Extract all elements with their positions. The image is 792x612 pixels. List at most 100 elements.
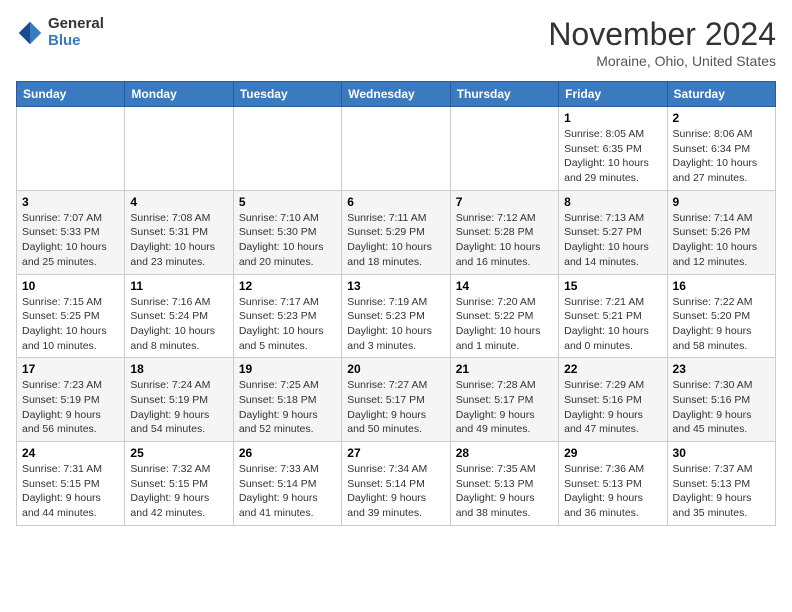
calendar-cell: 2 Sunrise: 8:06 AM Sunset: 6:34 PM Daylig… [667,107,775,191]
day-number: 27 [347,446,444,460]
day-info: Sunrise: 7:27 AM Sunset: 5:17 PM Dayligh… [347,378,444,437]
calendar-cell: 27 Sunrise: 7:34 AM Sunset: 5:14 PM Dayli… [342,442,450,526]
logo-blue-text: Blue [48,33,104,50]
day-number: 25 [130,446,227,460]
day-number: 11 [130,279,227,293]
day-info: Sunrise: 7:21 AM Sunset: 5:21 PM Dayligh… [564,295,661,354]
day-info: Sunrise: 7:24 AM Sunset: 5:19 PM Dayligh… [130,378,227,437]
day-number: 15 [564,279,661,293]
calendar-cell: 8 Sunrise: 7:13 AM Sunset: 5:27 PM Daylig… [559,190,667,274]
day-number: 29 [564,446,661,460]
calendar-cell: 6Sunrise: 7:11 AM Sunset: 5:29 PM Daylig… [342,190,450,274]
day-number: 13 [347,279,444,293]
day-number: 18 [130,362,227,376]
day-number: 1 [564,111,661,125]
day-info: Sunrise: 7:32 AM Sunset: 5:15 PM Dayligh… [130,462,227,521]
day-number: 2 [673,111,770,125]
day-info: Sunrise: 7:10 AM Sunset: 5:30 PM Dayligh… [239,211,336,270]
day-info: Sunrise: 7:34 AM Sunset: 5:14 PM Dayligh… [347,462,444,521]
day-info: Sunrise: 7:22 AM Sunset: 5:20 PM Dayligh… [673,295,770,354]
day-info: Sunrise: 7:28 AM Sunset: 5:17 PM Dayligh… [456,378,553,437]
day-header-sunday: Sunday [17,82,125,107]
calendar-cell: 17 Sunrise: 7:23 AM Sunset: 5:19 PM Dayli… [17,358,125,442]
day-info: Sunrise: 7:29 AM Sunset: 5:16 PM Dayligh… [564,378,661,437]
day-info: Sunrise: 7:31 AM Sunset: 5:15 PM Dayligh… [22,462,119,521]
day-info: Sunrise: 7:12 AM Sunset: 5:28 PM Dayligh… [456,211,553,270]
page-header: General Blue November 2024 Moraine, Ohio… [16,16,776,69]
day-number: 26 [239,446,336,460]
day-number: 20 [347,362,444,376]
title-block: November 2024 Moraine, Ohio, United Stat… [548,16,776,69]
calendar-cell [342,107,450,191]
calendar-cell [17,107,125,191]
month-title: November 2024 [548,16,776,53]
day-info: Sunrise: 8:06 AM Sunset: 6:34 PM Dayligh… [673,127,770,186]
calendar-cell: 22 Sunrise: 7:29 AM Sunset: 5:16 PM Dayli… [559,358,667,442]
logo-icon [16,19,44,47]
calendar-cell: 13 Sunrise: 7:19 AM Sunset: 5:23 PM Dayli… [342,274,450,358]
calendar-week-5: 24Sunrise: 7:31 AM Sunset: 5:15 PM Dayli… [17,442,776,526]
day-header-wednesday: Wednesday [342,82,450,107]
day-info: Sunrise: 7:13 AM Sunset: 5:27 PM Dayligh… [564,211,661,270]
day-info: Sunrise: 7:16 AM Sunset: 5:24 PM Dayligh… [130,295,227,354]
calendar-cell: 1 Sunrise: 8:05 AM Sunset: 6:35 PM Daylig… [559,107,667,191]
calendar-cell: 24Sunrise: 7:31 AM Sunset: 5:15 PM Dayli… [17,442,125,526]
day-info: Sunrise: 7:15 AM Sunset: 5:25 PM Dayligh… [22,295,119,354]
day-number: 22 [564,362,661,376]
day-info: Sunrise: 7:14 AM Sunset: 5:26 PM Dayligh… [673,211,770,270]
calendar-week-1: 1 Sunrise: 8:05 AM Sunset: 6:35 PM Daylig… [17,107,776,191]
day-info: Sunrise: 7:08 AM Sunset: 5:31 PM Dayligh… [130,211,227,270]
calendar-cell: 11 Sunrise: 7:16 AM Sunset: 5:24 PM Dayli… [125,274,233,358]
day-info: Sunrise: 7:30 AM Sunset: 5:16 PM Dayligh… [673,378,770,437]
day-number: 7 [456,195,553,209]
day-number: 8 [564,195,661,209]
calendar-cell: 12Sunrise: 7:17 AM Sunset: 5:23 PM Dayli… [233,274,341,358]
day-number: 10 [22,279,119,293]
calendar-cell: 3 Sunrise: 7:07 AM Sunset: 5:33 PM Daylig… [17,190,125,274]
day-header-tuesday: Tuesday [233,82,341,107]
day-info: Sunrise: 7:23 AM Sunset: 5:19 PM Dayligh… [22,378,119,437]
day-info: Sunrise: 8:05 AM Sunset: 6:35 PM Dayligh… [564,127,661,186]
calendar-cell [233,107,341,191]
calendar-cell: 23 Sunrise: 7:30 AM Sunset: 5:16 PM Dayli… [667,358,775,442]
calendar-week-4: 17 Sunrise: 7:23 AM Sunset: 5:19 PM Dayli… [17,358,776,442]
day-info: Sunrise: 7:25 AM Sunset: 5:18 PM Dayligh… [239,378,336,437]
calendar-cell: 28 Sunrise: 7:35 AM Sunset: 5:13 PM Dayli… [450,442,558,526]
calendar-cell: 19 Sunrise: 7:25 AM Sunset: 5:18 PM Dayli… [233,358,341,442]
calendar-cell: 20 Sunrise: 7:27 AM Sunset: 5:17 PM Dayli… [342,358,450,442]
day-number: 28 [456,446,553,460]
day-number: 5 [239,195,336,209]
day-number: 19 [239,362,336,376]
calendar-cell: 10 Sunrise: 7:15 AM Sunset: 5:25 PM Dayli… [17,274,125,358]
calendar-cell: 9Sunrise: 7:14 AM Sunset: 5:26 PM Daylig… [667,190,775,274]
day-number: 4 [130,195,227,209]
calendar-table: SundayMondayTuesdayWednesdayThursdayFrid… [16,81,776,526]
calendar-header-row: SundayMondayTuesdayWednesdayThursdayFrid… [17,82,776,107]
calendar-cell: 7 Sunrise: 7:12 AM Sunset: 5:28 PM Daylig… [450,190,558,274]
calendar-week-3: 10 Sunrise: 7:15 AM Sunset: 5:25 PM Dayli… [17,274,776,358]
calendar-cell: 14Sunrise: 7:20 AM Sunset: 5:22 PM Dayli… [450,274,558,358]
calendar-cell [450,107,558,191]
day-number: 30 [673,446,770,460]
day-info: Sunrise: 7:11 AM Sunset: 5:29 PM Dayligh… [347,211,444,270]
logo-text: General Blue [48,16,104,49]
day-header-monday: Monday [125,82,233,107]
calendar-cell: 25 Sunrise: 7:32 AM Sunset: 5:15 PM Dayli… [125,442,233,526]
logo: General Blue [16,16,104,49]
calendar-cell: 29 Sunrise: 7:36 AM Sunset: 5:13 PM Dayli… [559,442,667,526]
day-number: 14 [456,279,553,293]
day-info: Sunrise: 7:19 AM Sunset: 5:23 PM Dayligh… [347,295,444,354]
calendar-cell: 30Sunrise: 7:37 AM Sunset: 5:13 PM Dayli… [667,442,775,526]
logo-general-text: General [48,16,104,33]
day-number: 17 [22,362,119,376]
day-info: Sunrise: 7:36 AM Sunset: 5:13 PM Dayligh… [564,462,661,521]
day-header-friday: Friday [559,82,667,107]
day-info: Sunrise: 7:07 AM Sunset: 5:33 PM Dayligh… [22,211,119,270]
calendar-cell: 16Sunrise: 7:22 AM Sunset: 5:20 PM Dayli… [667,274,775,358]
day-number: 23 [673,362,770,376]
calendar-cell [125,107,233,191]
day-number: 3 [22,195,119,209]
calendar-cell: 26Sunrise: 7:33 AM Sunset: 5:14 PM Dayli… [233,442,341,526]
location: Moraine, Ohio, United States [548,53,776,69]
day-info: Sunrise: 7:35 AM Sunset: 5:13 PM Dayligh… [456,462,553,521]
